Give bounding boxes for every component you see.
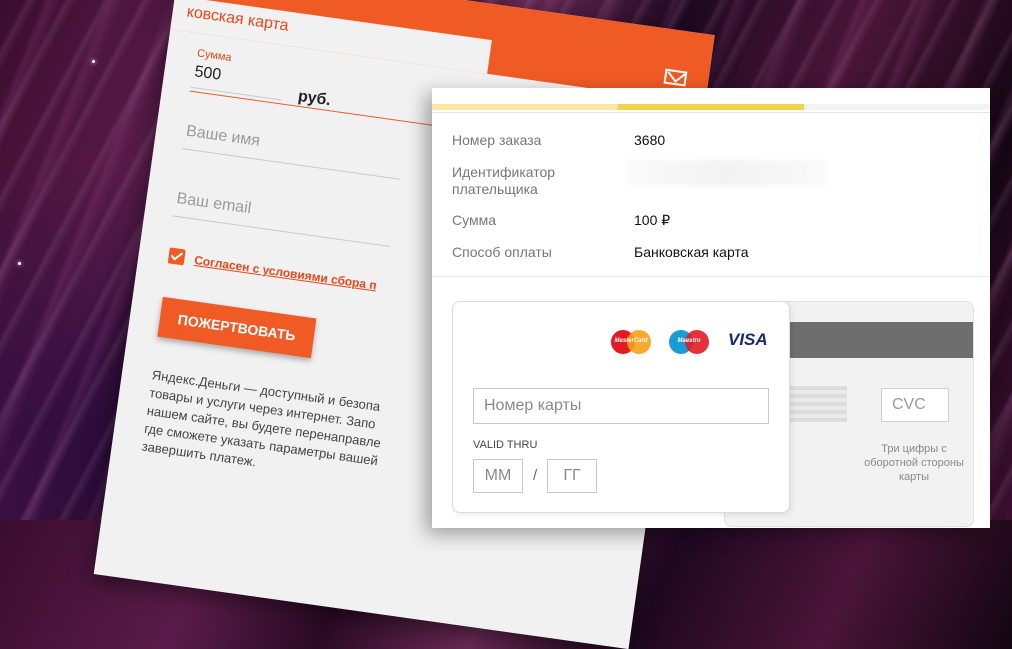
progress-bar [432, 104, 990, 110]
name-input[interactable]: Ваше имя [185, 123, 261, 151]
progress-step-current [618, 104, 804, 110]
divider [432, 276, 990, 277]
name-field-line [181, 148, 400, 180]
amount-label: Сумма [196, 47, 233, 65]
maestro-logo: Maestro [669, 330, 709, 354]
signature-strip [785, 386, 847, 422]
card-front: MasterCard Maestro VISA Номер карты VALI… [452, 301, 790, 513]
divider [432, 112, 990, 113]
amount-value[interactable]: 500 [193, 63, 222, 85]
expiry-month-input[interactable]: ММ [473, 459, 523, 493]
expiry-year-input[interactable]: ГГ [547, 459, 597, 493]
email-field-line [172, 215, 391, 248]
payment-method-value: Банковская карта [634, 244, 749, 260]
cvc-input[interactable]: CVC [881, 388, 949, 422]
donate-button[interactable]: ПОЖЕРТВОВАТЬ [157, 296, 317, 359]
order-number-value: 3680 [634, 132, 666, 148]
valid-thru-label: VALID THRU [473, 439, 538, 451]
payment-panel: Номер заказа 3680 Идентификатор плательщ… [432, 88, 990, 528]
amount-value: 100 ₽ [634, 212, 671, 228]
agree-link[interactable]: Согласен с условиями сбора п [193, 253, 377, 292]
payer-id-label: Идентификатор плательщика [452, 164, 556, 197]
progress-step-done [432, 104, 618, 110]
visa-logo: VISA [728, 330, 768, 349]
mail-icon[interactable] [663, 68, 688, 87]
cvc-help-text: Три цифры с оборотной стороны карты [864, 443, 964, 483]
description-text: Яндекс.Деньги — доступный и безопа товар… [140, 367, 382, 470]
card-number-input[interactable]: Номер карты [473, 388, 769, 424]
email-input[interactable]: Ваш email [175, 190, 253, 218]
maestro-logo-text: Maestro [677, 338, 701, 344]
order-number-label: Номер заказа [452, 132, 542, 148]
mastercard-logo-text: MasterCard [614, 338, 648, 344]
payer-id-value-blurred [627, 160, 827, 186]
star [18, 262, 21, 265]
star [92, 60, 95, 63]
payment-method-label: Способ оплаты [452, 244, 552, 260]
agree-checkbox[interactable] [167, 247, 186, 266]
mastercard-logo: MasterCard [611, 330, 651, 354]
form-title: ковская карта [170, 0, 492, 74]
amount-label: Сумма [452, 212, 496, 228]
expiry-separator: / [533, 467, 538, 484]
